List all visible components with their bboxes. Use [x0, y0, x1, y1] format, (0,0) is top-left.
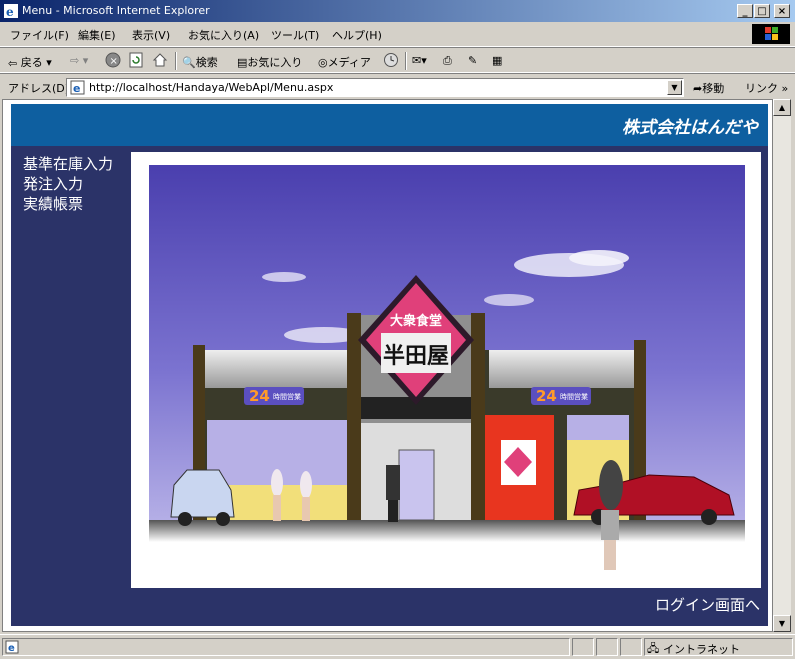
company-name: 株式会社はんだや [622, 118, 758, 138]
status-bar: e 🖧 イントラネット [0, 634, 795, 659]
menu-file[interactable]: ファイル(F) [10, 27, 69, 43]
svg-text:e: e [73, 82, 80, 95]
badge-text-right: 時間営業 [560, 392, 588, 401]
edit-icon: ✎ [468, 54, 478, 67]
refresh-icon [129, 52, 143, 68]
address-bar: アドレス(D) e http://localhost/Handaya/WebAp… [0, 73, 795, 99]
nav-link-order-entry[interactable]: 発注入力 [23, 174, 113, 194]
menu-help[interactable]: ヘルプ(H) [332, 27, 382, 43]
browser-viewport: 株式会社はんだや 基準在庫入力 発注入力 実績帳票 24 時間営業 24 時間営… [2, 99, 773, 632]
document-icon: ▦ [492, 54, 503, 67]
nav-menu: 基準在庫入力 発注入力 実績帳票 [23, 154, 113, 214]
status-panel [572, 638, 594, 656]
links-button[interactable]: リンク » [745, 80, 788, 96]
forward-arrow-icon: ⇨ [70, 54, 80, 67]
search-button[interactable]: 🔍検索 [182, 54, 218, 70]
discuss-button[interactable]: ▦ [492, 54, 502, 67]
vertical-scrollbar[interactable]: ▲ ▼ [773, 99, 791, 632]
svg-text:×: × [110, 56, 118, 67]
close-button[interactable]: × [774, 4, 790, 18]
mail-button[interactable]: ✉▾ [412, 54, 427, 67]
scroll-up-button[interactable]: ▲ [773, 99, 791, 116]
forward-button[interactable]: ⇨ ▾ [70, 54, 88, 67]
toolbar-separator [175, 52, 177, 70]
scroll-down-button[interactable]: ▼ [773, 615, 791, 632]
refresh-button[interactable] [128, 52, 144, 71]
store-front-image: 24 時間営業 24 時間営業 大衆食堂 半田屋 [149, 165, 745, 575]
go-arrow-icon: ➦ [693, 82, 703, 95]
mail-icon: ✉ [412, 54, 422, 67]
zone-label: イントラネット [663, 643, 740, 656]
intranet-icon: 🖧 [647, 642, 660, 655]
page-container: 株式会社はんだや 基準在庫入力 発注入力 実績帳票 24 時間営業 24 時間営… [11, 104, 768, 626]
windows-logo-icon [752, 24, 790, 44]
badge-24-left: 24 [249, 387, 270, 405]
home-button[interactable] [152, 52, 168, 71]
menu-favorites[interactable]: お気に入り(A) [188, 27, 259, 43]
favorites-button[interactable]: ▤お気に入り [237, 54, 302, 70]
image-frame: 24 時間営業 24 時間営業 大衆食堂 半田屋 [131, 152, 761, 588]
back-arrow-icon: ⇦ [8, 56, 18, 70]
menu-tools[interactable]: ツール(T) [271, 27, 319, 43]
address-input[interactable]: e http://localhost/Handaya/WebApl/Menu.a… [66, 78, 684, 97]
sign-top-text: 大衆食堂 [390, 313, 442, 329]
svg-text:e: e [8, 643, 15, 654]
badge-text-left: 時間営業 [273, 392, 301, 401]
window-title: Menu - Microsoft Internet Explorer [22, 4, 210, 17]
media-button[interactable]: ◎メディア [318, 54, 371, 70]
menu-bar: ファイル(F) 編集(E) 表示(V) お気に入り(A) ツール(T) ヘルプ(… [0, 22, 795, 47]
minimize-button[interactable]: _ [737, 4, 753, 18]
badge-24-right: 24 [536, 387, 557, 405]
home-icon [152, 53, 168, 67]
history-button[interactable] [383, 52, 399, 71]
page-icon: e [70, 80, 85, 95]
media-icon: ◎ [318, 56, 328, 69]
nav-link-results-report[interactable]: 実績帳票 [23, 194, 113, 214]
menu-edit[interactable]: 編集(E) [78, 27, 116, 43]
login-screen-link[interactable]: ログイン画面へ [655, 594, 760, 615]
status-text-panel: e [2, 638, 570, 656]
favorites-icon: ▤ [237, 56, 248, 69]
menu-view[interactable]: 表示(V) [132, 27, 170, 43]
stop-button[interactable]: × [105, 52, 121, 71]
status-panel [596, 638, 618, 656]
page-status-icon: e [5, 640, 19, 654]
go-button[interactable]: ➦移動 [693, 80, 724, 96]
print-button[interactable]: ⎙ [443, 54, 452, 68]
stop-icon: × [105, 52, 121, 68]
nav-link-standard-stock[interactable]: 基準在庫入力 [23, 154, 113, 174]
address-dropdown-button[interactable]: ▼ [667, 80, 682, 95]
zone-panel: 🖧 イントラネット [644, 638, 793, 656]
history-icon [384, 53, 398, 67]
search-icon: 🔍 [182, 56, 196, 69]
maximize-button[interactable]: □ [754, 4, 770, 18]
edit-button[interactable]: ✎ [468, 54, 477, 67]
address-label: アドレス(D) [8, 82, 70, 95]
back-button[interactable]: ⇦ 戻る ▾ [8, 54, 52, 70]
printer-icon: ⎙ [443, 54, 452, 67]
svg-text:e: e [6, 5, 14, 18]
sign-main-text: 半田屋 [383, 343, 449, 369]
title-bar: e Menu - Microsoft Internet Explorer _ □… [0, 0, 795, 22]
toolbar: ⇦ 戻る ▾ ⇨ ▾ × 🔍検索 ▤お気に入り ◎メディア ✉▾ ⎙ ✎ ▦ [0, 47, 795, 73]
ie-icon: e [4, 4, 18, 18]
page-header: 株式会社はんだや [11, 104, 768, 146]
address-url: http://localhost/Handaya/WebApl/Menu.asp… [89, 81, 334, 94]
status-panel [620, 638, 642, 656]
toolbar-separator [405, 52, 407, 70]
